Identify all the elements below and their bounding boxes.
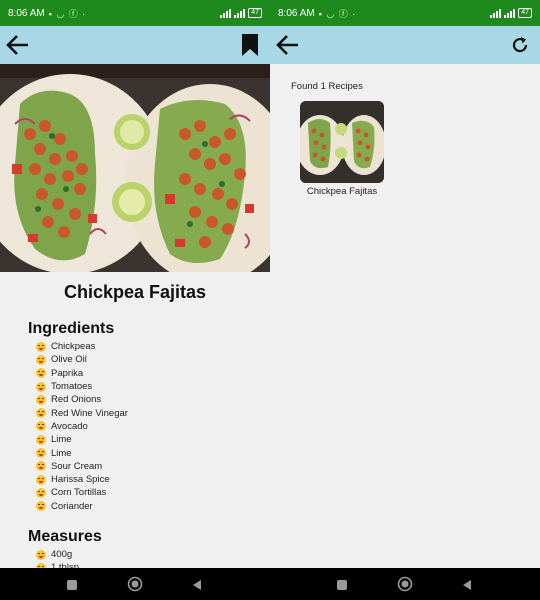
ingredient-text: Paprika [51,367,84,379]
measures-list: 400g 1 tblsp [36,548,79,568]
ingredient-text: Coriander [51,500,93,512]
recipe-results-screen: 8:06 AM ▪ ◡ ⓕ · 47 Found 1 Recipes Chick… [270,0,540,568]
ingredient-item: Paprika [36,367,128,380]
back-button[interactable] [4,32,32,58]
smiley-emoji-icon [36,408,46,419]
notification-icons: ▪ ◡ ⓕ · [318,8,357,19]
refresh-button[interactable] [506,32,534,58]
ingredient-text: Red Wine Vinegar [51,407,128,419]
app-bar [0,26,270,64]
ingredient-item: Red Wine Vinegar [36,406,128,419]
status-bar: 8:06 AM ▪ ◡ ⓕ · 47 [270,0,540,26]
ingredient-item: Red Onions [36,393,128,406]
back-button[interactable] [274,32,302,58]
ingredient-item: Coriander [36,500,128,513]
smiley-emoji-icon [36,448,46,459]
ingredient-text: Sour Cream [51,460,103,472]
ingredient-text: Tomatoes [51,381,93,393]
status-right-icons: 47 [220,8,262,18]
ingredient-item: Chickpeas [36,340,128,353]
bookmark-icon [242,34,258,56]
recipe-image [0,64,270,272]
recents-button[interactable] [66,578,78,596]
notification-icons: ▪ ◡ ⓕ · [48,8,87,19]
smiley-emoji-icon [36,381,46,392]
smiley-emoji-icon [36,341,46,352]
recents-icon [67,580,77,590]
ingredient-item: Sour Cream [36,460,128,473]
signal-icon [234,8,246,18]
measures-heading: Measures [28,528,102,545]
smiley-emoji-icon [36,434,46,445]
measure-item: 400g [36,548,79,561]
measure-text: 400g [51,549,73,561]
ingredient-item: Lime [36,433,128,446]
smiley-emoji-icon [36,474,46,485]
ingredient-item: Tomatoes [36,380,128,393]
smiley-emoji-icon [36,354,46,365]
ingredient-item: Corn Tortillas [36,486,128,499]
ingredient-item: Lime [36,446,128,459]
signal-icon [220,8,232,18]
smiley-emoji-icon [36,421,46,432]
recipe-title: Chickpea Fajitas [63,282,207,302]
home-button[interactable] [397,576,413,597]
measure-item: 1 tblsp [36,561,79,568]
arrow-left-icon [276,35,298,55]
refresh-icon [512,37,528,53]
smiley-emoji-icon [36,501,46,512]
battery-icon: 47 [248,8,262,18]
status-right-icons: 47 [490,8,532,18]
recipe-detail-screen: 8:06 AM ▪ ◡ ⓕ · 47 Chickpea Fajitas Ingr… [0,0,270,568]
home-icon [127,576,143,592]
recents-icon [337,580,347,590]
smiley-emoji-icon [36,549,46,560]
ingredient-text: Harissa Spice [51,474,110,486]
smiley-emoji-icon [36,368,46,379]
status-time: 8:06 AM [278,7,315,19]
battery-icon: 47 [518,8,532,18]
smiley-emoji-icon [36,487,46,498]
system-nav-bar [0,568,540,600]
home-icon [397,576,413,592]
smiley-emoji-icon [36,461,46,472]
triangle-back-icon [193,580,201,590]
ingredient-item: Harissa Spice [36,473,128,486]
status-bar: 8:06 AM ▪ ◡ ⓕ · 47 [0,0,270,26]
ingredient-text: Corn Tortillas [51,487,107,499]
triangle-back-icon [463,580,471,590]
ingredient-text: Chickpeas [51,341,96,353]
signal-icon [504,8,516,18]
signal-icon [490,8,502,18]
ingredient-item: Olive Oil [36,353,128,366]
ingredient-text: Lime [51,434,72,446]
ingredients-heading: Ingredients [28,320,115,337]
recipe-thumbnail [300,101,384,183]
ingredient-text: Avocado [51,420,88,432]
home-button[interactable] [127,576,143,597]
results-count: Found 1 Recipes [291,81,363,92]
arrow-left-icon [6,35,28,55]
ingredient-text: Olive Oil [51,354,87,366]
ingredient-item: Avocado [36,420,128,433]
recipe-card-label: Chickpea Fajitas [306,186,378,197]
ingredient-text: Lime [51,447,72,459]
ingredient-text: Red Onions [51,394,102,406]
back-nav-button[interactable] [191,578,203,596]
app-bar [270,26,540,64]
back-nav-button[interactable] [461,578,473,596]
recents-button[interactable] [336,578,348,596]
bookmark-button[interactable] [236,32,264,58]
status-time: 8:06 AM [8,7,45,19]
smiley-emoji-icon [36,394,46,405]
recipe-card[interactable]: Chickpea Fajitas [300,101,384,197]
ingredients-list: Chickpeas Olive Oil Paprika Tomatoes Red Oni… [36,340,128,513]
